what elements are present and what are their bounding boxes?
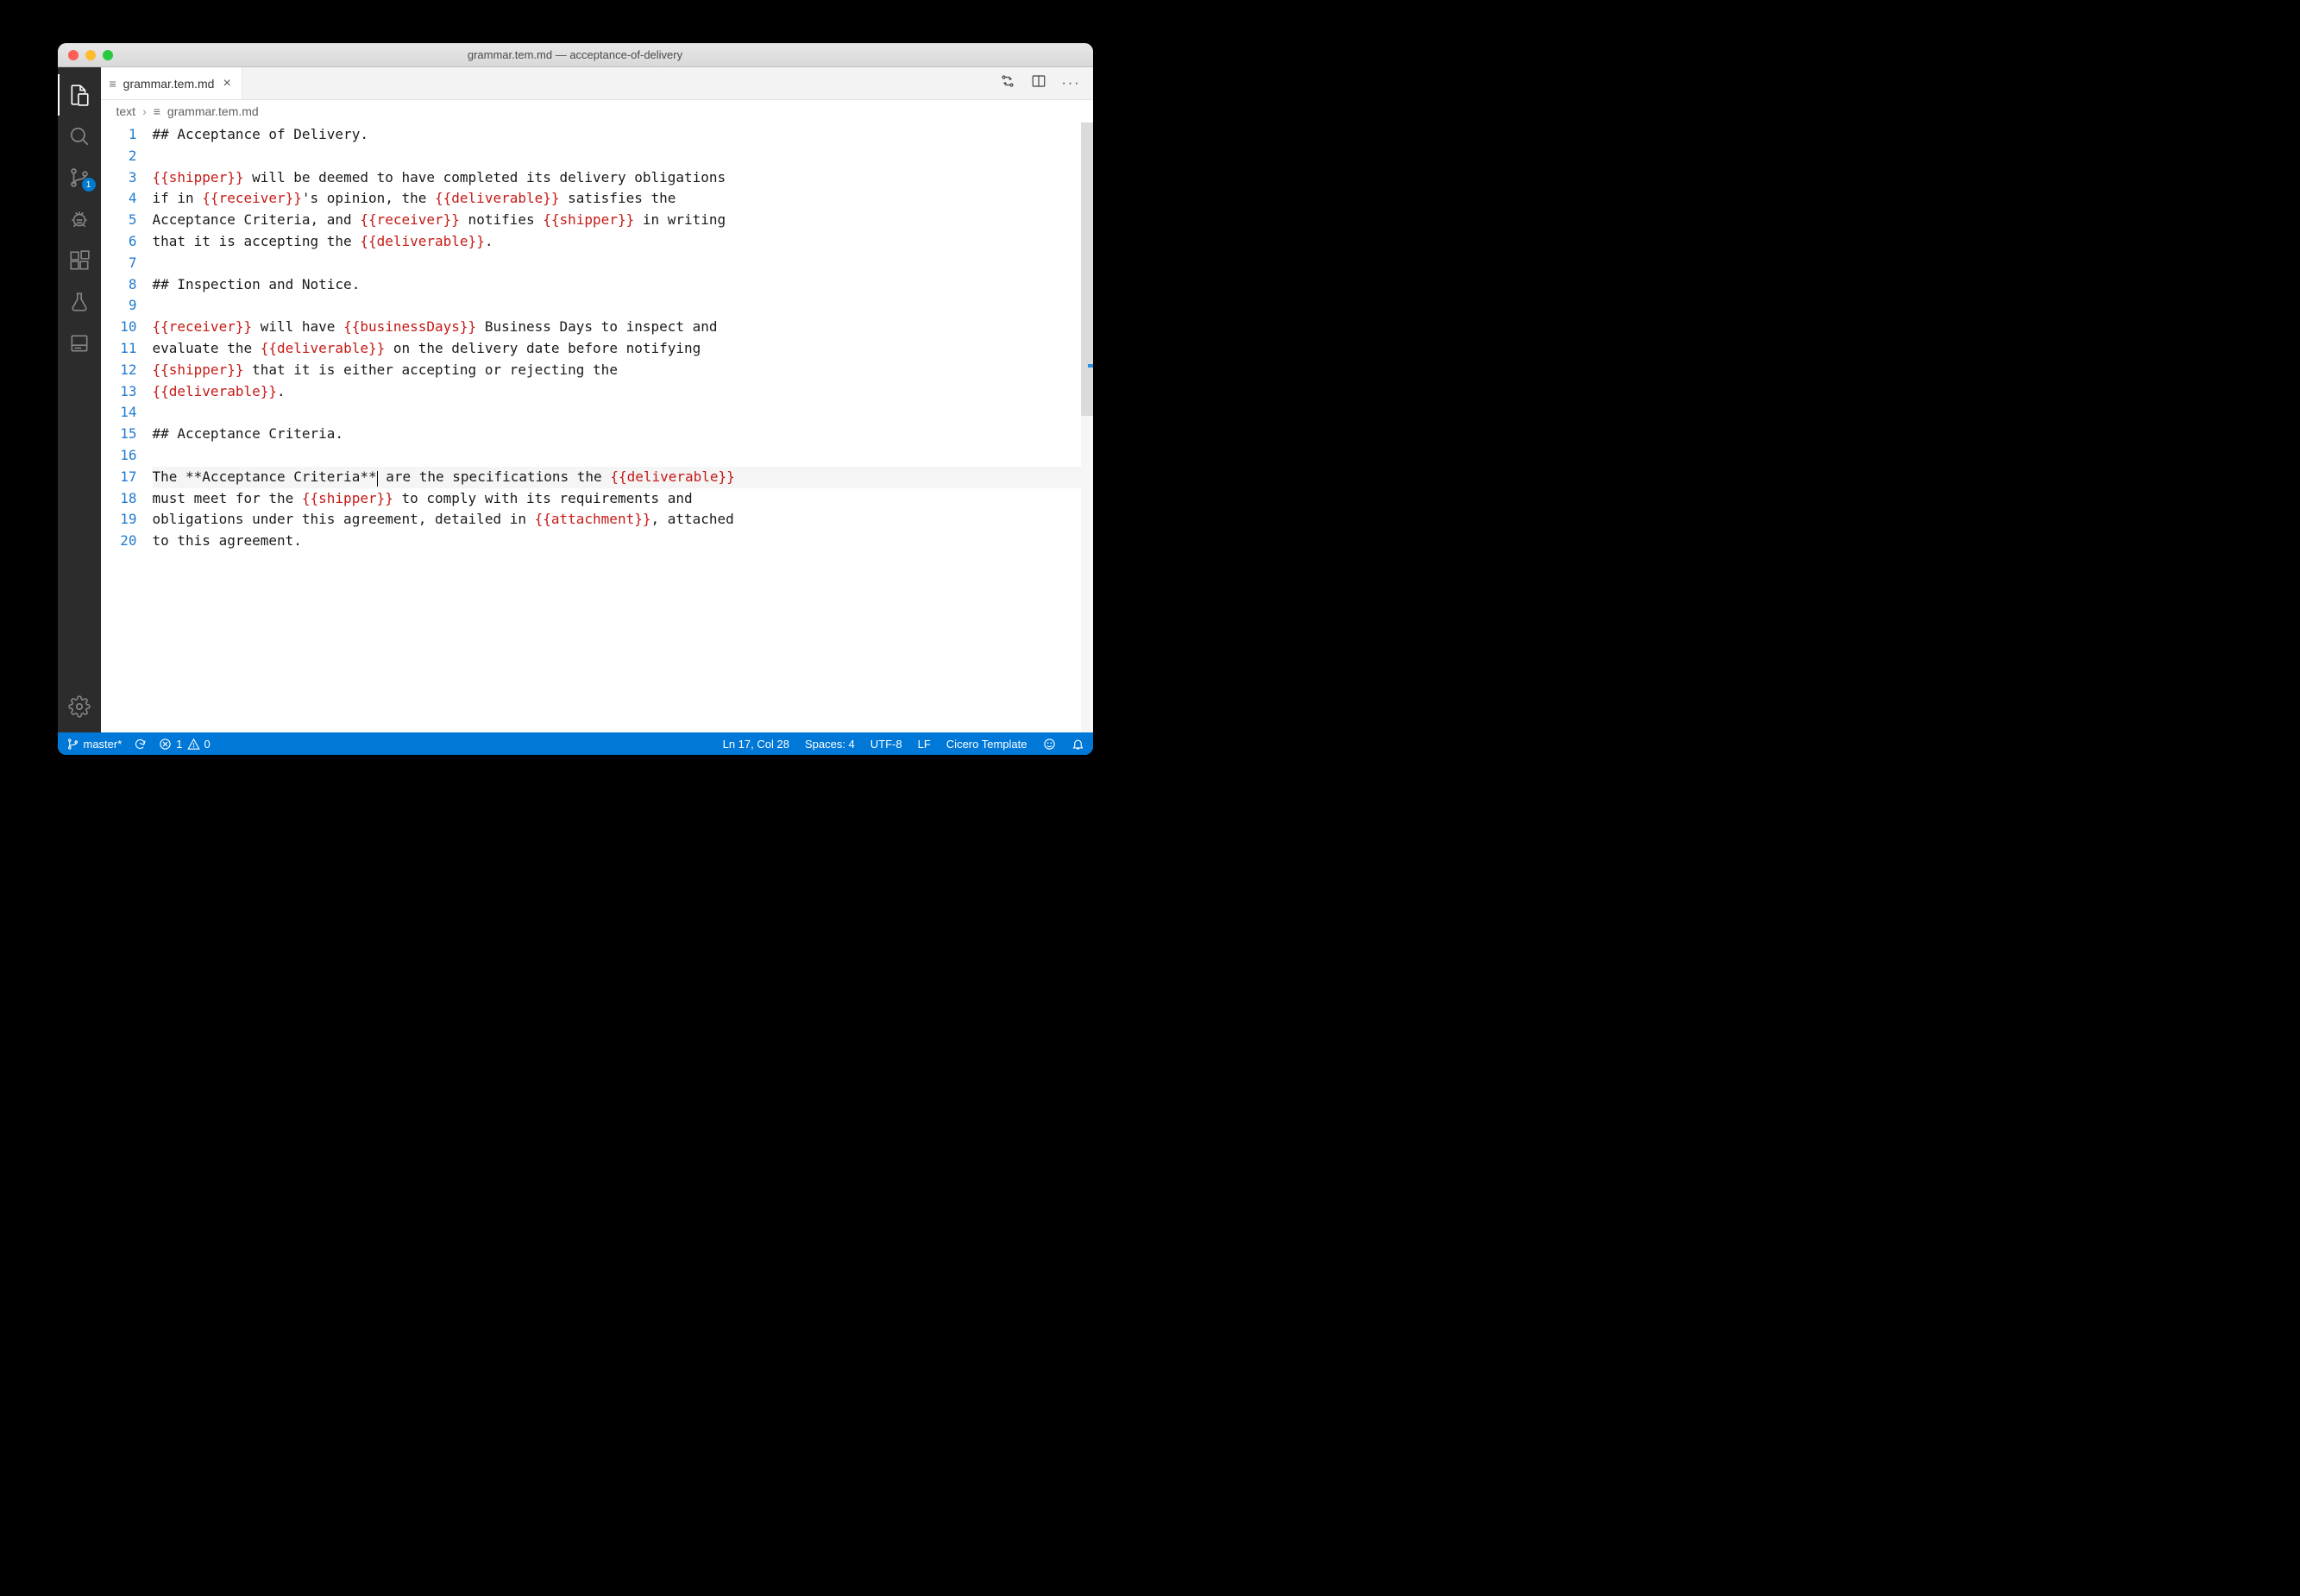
editor-window: grammar.tem.md — acceptance-of-delivery … xyxy=(58,43,1093,755)
line-number: 20 xyxy=(101,531,137,552)
minimap-viewport[interactable] xyxy=(1081,123,1093,416)
beaker-icon[interactable] xyxy=(58,281,101,323)
window-title: grammar.tem.md — acceptance-of-delivery xyxy=(58,48,1093,61)
line-number: 16 xyxy=(101,445,137,467)
code-line[interactable]: must meet for the {{shipper}} to comply … xyxy=(153,488,1081,510)
code-line[interactable] xyxy=(153,253,1081,274)
titlebar: grammar.tem.md — acceptance-of-delivery xyxy=(58,43,1093,67)
split-editor-icon[interactable] xyxy=(1031,73,1046,93)
line-number: 18 xyxy=(101,488,137,510)
code-line[interactable]: Acceptance Criteria, and {{receiver}} no… xyxy=(153,210,1081,231)
debug-icon[interactable] xyxy=(58,198,101,240)
code-editor[interactable]: 1234567891011121314151617181920 ## Accep… xyxy=(101,123,1093,732)
scm-badge: 1 xyxy=(82,178,96,192)
traffic-lights xyxy=(58,50,113,60)
git-branch-status[interactable]: master* xyxy=(66,738,123,751)
indentation-status[interactable]: Spaces: 4 xyxy=(805,738,855,751)
line-number: 19 xyxy=(101,509,137,531)
tab-bar: ≡ grammar.tem.md × ··· xyxy=(101,67,1093,100)
code-line[interactable]: ## Acceptance of Delivery. xyxy=(153,124,1081,146)
code-line[interactable]: obligations under this agreement, detail… xyxy=(153,509,1081,531)
extensions-icon[interactable] xyxy=(58,240,101,281)
code-line[interactable] xyxy=(153,295,1081,317)
search-icon[interactable] xyxy=(58,116,101,157)
line-number: 12 xyxy=(101,360,137,381)
zoom-window-button[interactable] xyxy=(103,50,113,60)
close-window-button[interactable] xyxy=(68,50,79,60)
compare-changes-icon[interactable] xyxy=(1000,73,1015,93)
line-number: 14 xyxy=(101,402,137,424)
problems-status[interactable]: 1 0 xyxy=(159,738,210,751)
code-line[interactable]: ## Acceptance Criteria. xyxy=(153,424,1081,445)
line-number: 2 xyxy=(101,146,137,167)
line-number: 13 xyxy=(101,381,137,403)
feedback-icon[interactable] xyxy=(1043,738,1056,751)
code-line[interactable] xyxy=(153,445,1081,467)
file-icon: ≡ xyxy=(110,77,116,91)
status-bar: master* 1 0 Ln 17, Col 28 Spaces: 4 UTF-… xyxy=(58,732,1093,755)
file-icon: ≡ xyxy=(154,104,160,118)
notifications-icon[interactable] xyxy=(1071,738,1084,751)
close-icon[interactable]: × xyxy=(221,76,232,91)
line-number: 10 xyxy=(101,317,137,338)
line-number: 3 xyxy=(101,167,137,189)
code-content[interactable]: ## Acceptance of Delivery. {{shipper}} w… xyxy=(153,123,1081,732)
breadcrumb-folder[interactable]: text xyxy=(116,104,136,118)
source-control-icon[interactable]: 1 xyxy=(58,157,101,198)
code-line[interactable]: {{deliverable}}. xyxy=(153,381,1081,403)
line-number: 5 xyxy=(101,210,137,231)
chevron-right-icon: › xyxy=(142,104,147,118)
line-number: 8 xyxy=(101,274,137,296)
encoding-status[interactable]: UTF-8 xyxy=(870,738,902,751)
breadcrumb[interactable]: text › ≡ grammar.tem.md xyxy=(101,100,1093,123)
code-line[interactable] xyxy=(153,402,1081,424)
code-line[interactable] xyxy=(153,146,1081,167)
line-number: 9 xyxy=(101,295,137,317)
line-number-gutter: 1234567891011121314151617181920 xyxy=(101,123,153,732)
more-actions-icon[interactable]: ··· xyxy=(1062,76,1081,91)
explorer-icon[interactable] xyxy=(58,74,101,116)
minimize-window-button[interactable] xyxy=(85,50,96,60)
language-mode-status[interactable]: Cicero Template xyxy=(946,738,1027,751)
code-line[interactable]: {{shipper}} will be deemed to have compl… xyxy=(153,167,1081,189)
cursor-position-status[interactable]: Ln 17, Col 28 xyxy=(723,738,789,751)
settings-gear-icon[interactable] xyxy=(58,686,101,727)
sync-icon[interactable] xyxy=(134,738,147,751)
code-line[interactable]: to this agreement. xyxy=(153,531,1081,552)
line-number: 11 xyxy=(101,338,137,360)
breadcrumb-file[interactable]: grammar.tem.md xyxy=(167,104,259,118)
code-line[interactable]: if in {{receiver}}'s opinion, the {{deli… xyxy=(153,188,1081,210)
code-line[interactable]: The **Acceptance Criteria** are the spec… xyxy=(153,467,1081,488)
minimap[interactable] xyxy=(1081,123,1093,732)
line-number: 1 xyxy=(101,124,137,146)
eol-status[interactable]: LF xyxy=(918,738,931,751)
activity-bar: 1 xyxy=(58,67,101,732)
line-number: 6 xyxy=(101,231,137,253)
tab-label: grammar.tem.md xyxy=(123,77,215,91)
editor-actions: ··· xyxy=(1000,67,1093,99)
panel-icon[interactable] xyxy=(58,323,101,364)
line-number: 17 xyxy=(101,467,137,488)
line-number: 7 xyxy=(101,253,137,274)
line-number: 4 xyxy=(101,188,137,210)
tab-grammar[interactable]: ≡ grammar.tem.md × xyxy=(101,67,242,99)
code-line[interactable]: that it is accepting the {{deliverable}}… xyxy=(153,231,1081,253)
code-line[interactable]: {{shipper}} that it is either accepting … xyxy=(153,360,1081,381)
minimap-cursor-mark xyxy=(1088,364,1093,368)
code-line[interactable]: {{receiver}} will have {{businessDays}} … xyxy=(153,317,1081,338)
code-line[interactable]: evaluate the {{deliverable}} on the deli… xyxy=(153,338,1081,360)
line-number: 15 xyxy=(101,424,137,445)
code-line[interactable]: ## Inspection and Notice. xyxy=(153,274,1081,296)
